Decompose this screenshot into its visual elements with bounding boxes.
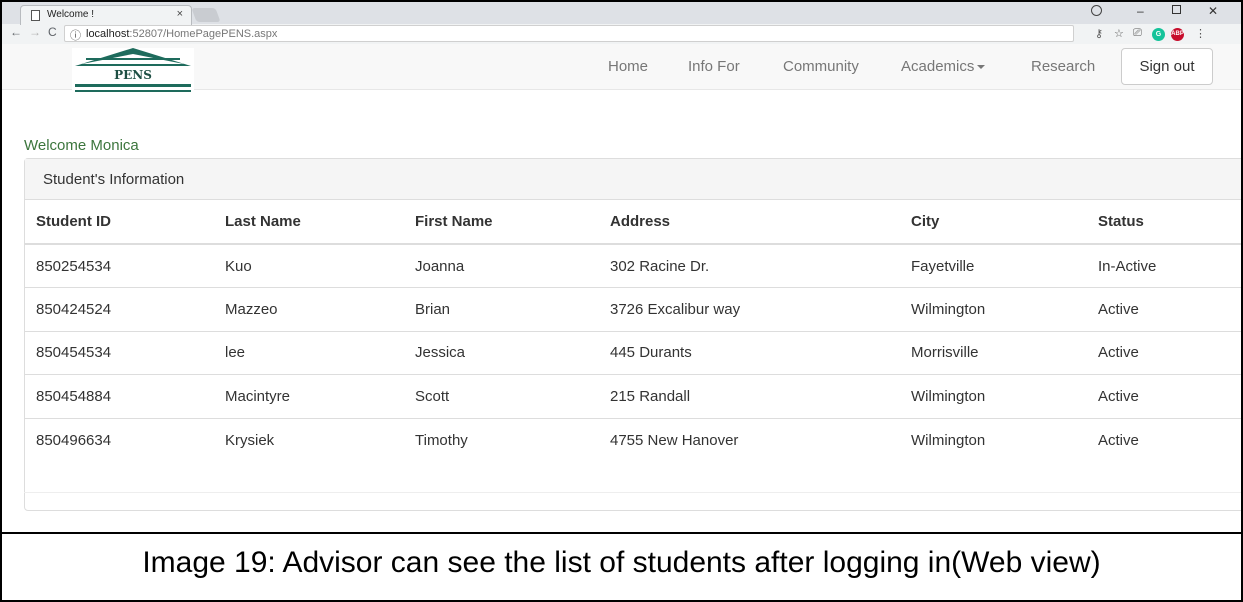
column-header: City — [900, 200, 1087, 245]
caption-divider — [2, 532, 1241, 534]
table-cell: lee — [214, 331, 404, 375]
table-row: 850254534 Kuo Joanna 302 Racine Dr. Faye… — [25, 244, 1241, 288]
nav-community[interactable]: Community — [783, 58, 859, 75]
footer-divider — [24, 492, 1241, 493]
column-header: Status — [1087, 200, 1241, 245]
nav-research[interactable]: Research — [1031, 58, 1095, 75]
table-cell: Wilmington — [911, 431, 986, 449]
maximize-icon[interactable] — [1172, 5, 1181, 14]
nav-home[interactable]: Home — [608, 58, 648, 75]
table-cell: Brian — [404, 287, 599, 332]
url-host: localhost — [86, 28, 130, 40]
url-path: :52807/HomePagePENS.aspx — [129, 28, 278, 40]
browser-tab[interactable]: Welcome ! × — [20, 5, 192, 25]
forward-icon[interactable]: → — [29, 25, 41, 39]
key-icon[interactable]: ⚷ — [1095, 27, 1103, 40]
nav-academics[interactable]: Academics — [901, 58, 986, 75]
table-cell: Wilmington — [900, 287, 1087, 332]
table-cell: Macintyre — [214, 374, 404, 419]
adblock-icon[interactable]: ABP — [1171, 28, 1184, 41]
logo-roof-stripe — [86, 58, 180, 60]
table-cell: Mazzeo — [214, 287, 404, 332]
table-cell: Joanna — [404, 244, 599, 288]
window-close-icon[interactable]: ✕ — [1208, 4, 1218, 18]
table-cell: 445 Durants — [599, 331, 900, 375]
table-header-row: Student ID Last Name First Name Address … — [25, 200, 1241, 245]
table-cell: Morrisville — [900, 331, 1087, 375]
web-page: Home Info For Community Academics Resear… — [2, 44, 1241, 532]
logo-base-line — [75, 84, 191, 87]
table-cell: 4755 New Hanover — [610, 431, 739, 449]
logo-text: PENS — [114, 68, 152, 82]
table-cell: 850454534 — [25, 331, 214, 375]
table-cell: 3726 Excalibur way — [599, 287, 900, 332]
table-cell: 850424524 — [25, 287, 214, 332]
grammarly-icon[interactable]: G — [1152, 28, 1165, 41]
table-cell: 850254534 — [25, 244, 214, 288]
column-header: Address — [599, 200, 900, 245]
nav-academics-label: Academics — [901, 58, 975, 75]
reload-icon[interactable]: C — [48, 25, 57, 39]
students-table: Student ID Last Name First Name Address … — [25, 200, 1241, 462]
tab-strip: Welcome ! × – ✕ — [2, 2, 1241, 25]
table-cell: Krysiek — [225, 431, 275, 449]
table-cell: 215 Randall — [599, 374, 900, 419]
table-cell: Fayetville — [900, 244, 1087, 288]
table-row: 850454534 lee Jessica 445 Durants Morris… — [25, 331, 1241, 375]
table-row: 850424524 Mazzeo Brian 3726 Excalibur wa… — [25, 287, 1241, 332]
table-row: 850454884 Macintyre Scott 215 Randall Wi… — [25, 374, 1241, 419]
back-icon[interactable]: ← — [10, 25, 22, 39]
student-info-panel: Student's Information Student ID Last Na… — [24, 158, 1241, 511]
logo-base-line — [75, 90, 191, 92]
cast-icon[interactable]: ⎚ — [1133, 27, 1142, 40]
table-cell: Active — [1087, 287, 1241, 332]
table-cell: Jessica — [404, 331, 599, 375]
table-cell: Timothy — [415, 431, 468, 449]
sign-out-button[interactable]: Sign out — [1121, 48, 1213, 85]
table-cell: In-Active — [1087, 244, 1241, 288]
table-row: 850496634 Krysiek Timothy 4755 New Hanov… — [25, 418, 1241, 462]
caret-down-icon — [977, 65, 986, 70]
url-text: localhost:52807/HomePagePENS.aspx — [86, 28, 277, 40]
table-cell: 302 Racine Dr. — [599, 244, 900, 288]
table-cell: Kuo — [214, 244, 404, 288]
pens-logo[interactable]: PENS — [72, 48, 194, 94]
browser-chrome: Welcome ! × – ✕ ← → C ⓘ localhost:52807/… — [2, 2, 1241, 44]
column-header: Student ID — [25, 200, 214, 245]
panel-title: Student's Information — [43, 171, 185, 188]
table-cell: Active — [1098, 431, 1139, 449]
column-header: Last Name — [214, 200, 404, 245]
panel-heading: Student's Information — [25, 159, 1241, 200]
address-bar[interactable]: ⓘ localhost:52807/HomePagePENS.aspx — [64, 25, 1074, 42]
welcome-message: Welcome Monica — [24, 137, 139, 154]
table-cell: Scott — [404, 374, 599, 419]
nav-info-for[interactable]: Info For — [688, 58, 740, 75]
table-cell: 850496634 — [36, 431, 112, 449]
tab-close-icon[interactable]: × — [177, 8, 183, 20]
table-cell: Active — [1087, 331, 1241, 375]
star-icon[interactable]: ☆ — [1114, 27, 1124, 40]
figure-caption: Image 19: Advisor can see the list of st… — [142, 546, 1101, 579]
document-icon — [31, 10, 40, 21]
new-tab-button[interactable] — [191, 8, 221, 22]
table-cell: Active — [1087, 374, 1241, 419]
table-cell: 850454884 — [25, 374, 214, 419]
column-header: First Name — [404, 200, 599, 245]
info-icon[interactable]: ⓘ — [70, 27, 81, 43]
browser-toolbar: ← → C ⓘ localhost:52807/HomePagePENS.asp… — [2, 24, 1241, 44]
minimize-icon[interactable]: – — [1137, 4, 1144, 18]
table-cell: Wilmington — [900, 374, 1087, 419]
profile-icon[interactable] — [1091, 5, 1102, 16]
tab-title: Welcome ! — [47, 9, 95, 20]
menu-icon[interactable]: ⋮ — [1195, 27, 1206, 40]
